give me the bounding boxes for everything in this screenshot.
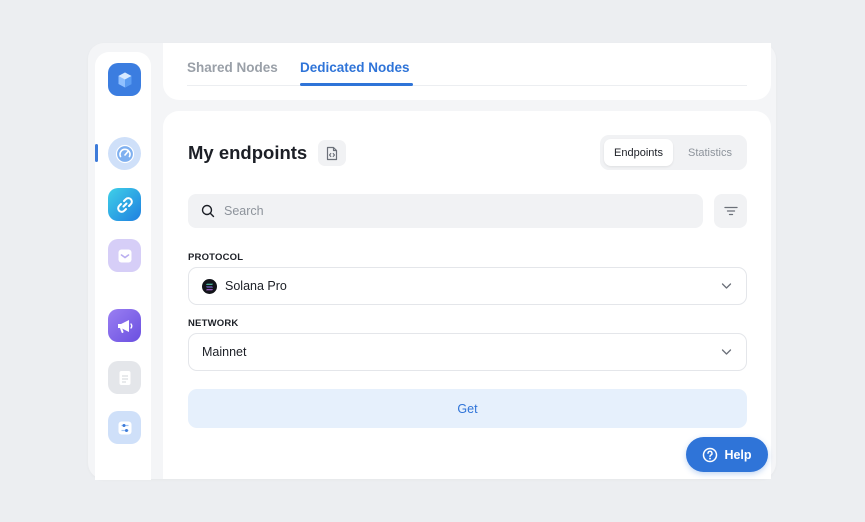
get-button[interactable]: Get [188,389,747,428]
statistics-toggle-button[interactable]: Statistics [676,139,744,166]
link-icon[interactable] [108,188,141,221]
help-question-icon [703,447,718,462]
megaphone-icon[interactable] [108,309,141,342]
chevron-down-icon [721,283,732,289]
node-tabs: Shared Nodes Dedicated Nodes [163,43,771,100]
code-document-icon [326,146,338,160]
filter-icon [723,206,738,216]
protocol-value: Solana Pro [225,279,287,293]
protocol-select[interactable]: Solana Pro [188,267,747,305]
network-value: Mainnet [202,345,247,359]
search-bar [188,194,703,228]
chevron-down-icon [721,349,732,355]
help-button[interactable]: Help [686,437,768,472]
active-tab-underline [300,83,413,86]
protocol-label: PROTOCOL [188,252,244,263]
network-select[interactable]: Mainnet [188,333,747,371]
solana-icon [202,279,217,294]
network-label: NETWORK [188,318,239,329]
document-icon[interactable] [108,361,141,394]
tabs-divider [187,85,747,86]
help-label: Help [724,447,752,462]
view-toggle: Endpoints Statistics [600,135,747,170]
speedometer-icon[interactable] [108,137,141,170]
code-document-button[interactable] [318,140,346,166]
endpoints-toggle-button[interactable]: Endpoints [604,139,673,166]
inbox-icon[interactable] [108,239,141,272]
sidebar-active-indicator [95,144,98,162]
tab-shared-nodes[interactable]: Shared Nodes [187,60,278,75]
page-title: My endpoints [188,142,308,163]
search-input[interactable] [224,194,684,228]
filter-button[interactable] [714,194,747,228]
sliders-icon[interactable] [108,411,141,444]
tab-dedicated-nodes[interactable]: Dedicated Nodes [300,60,410,75]
search-icon [201,204,215,218]
cube-logo-icon[interactable] [108,63,141,96]
